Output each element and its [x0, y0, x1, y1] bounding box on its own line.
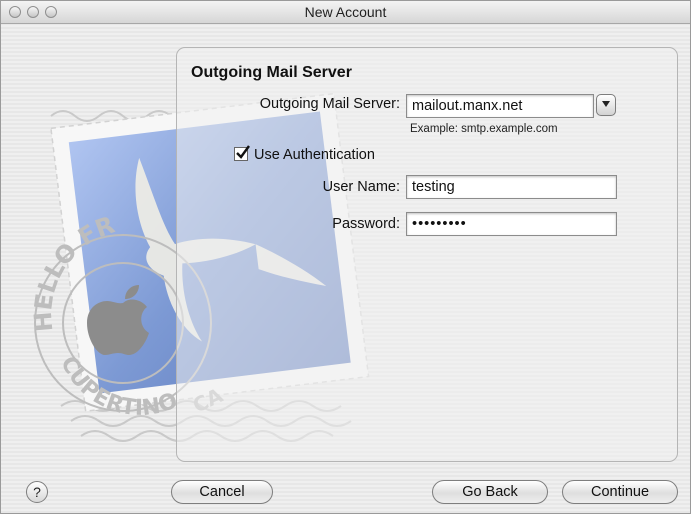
chevron-down-icon[interactable] — [596, 94, 616, 116]
continue-button[interactable]: Continue — [562, 480, 678, 504]
password-label: Password: — [332, 216, 400, 232]
server-example-text: Example: smtp.example.com — [410, 123, 558, 135]
cancel-button[interactable]: Cancel — [171, 480, 273, 504]
outgoing-server-combobox[interactable]: mailout.manx.net — [406, 94, 594, 118]
user-name-field[interactable]: testing — [406, 175, 617, 199]
user-name-label: User Name: — [322, 179, 400, 195]
checkmark-icon — [236, 145, 250, 159]
new-account-window: New Account HELLO FR CUPERTINO Outgoing … — [0, 0, 691, 514]
outgoing-server-label: Outgoing Mail Server: — [259, 96, 400, 112]
panel-heading: Outgoing Mail Server — [191, 64, 352, 81]
go-back-button[interactable]: Go Back — [432, 480, 548, 504]
use-authentication-label: Use Authentication — [254, 147, 375, 163]
help-button[interactable]: ? — [26, 481, 48, 503]
password-field[interactable]: ••••••••• — [406, 212, 617, 236]
use-authentication-checkbox[interactable] — [234, 145, 250, 161]
